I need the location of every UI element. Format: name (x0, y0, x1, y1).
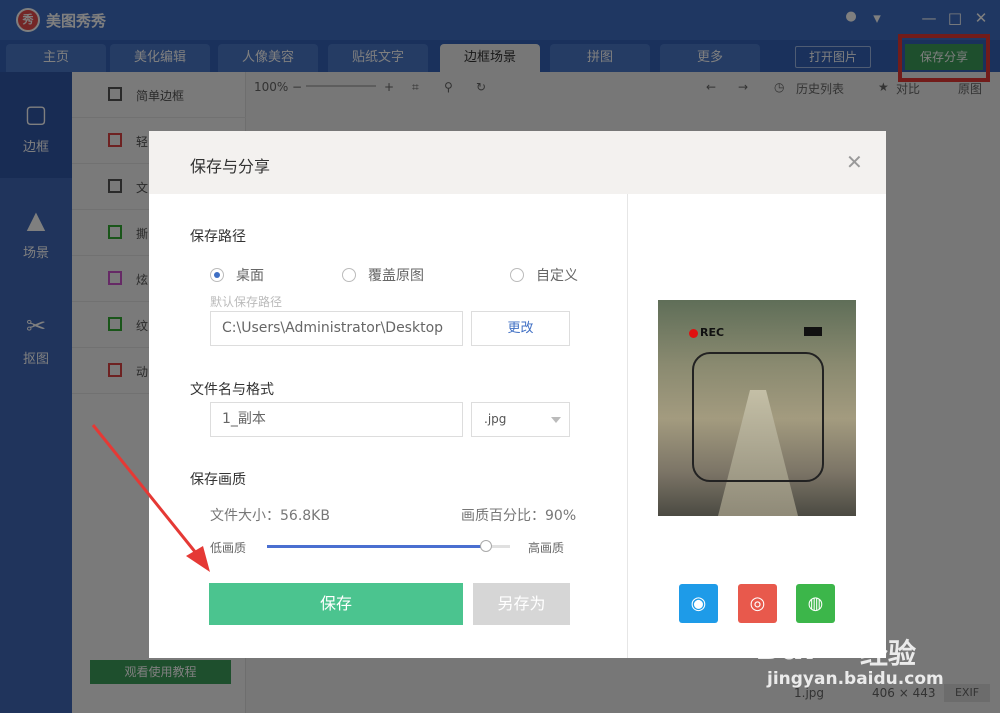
radio-desktop[interactable]: 桌面 (210, 265, 264, 285)
viewfinder-frame (692, 352, 824, 482)
filename-field[interactable]: 1_副本 (210, 402, 463, 437)
radio-overwrite[interactable]: 覆盖原图 (342, 265, 424, 285)
low-quality-label: 低画质 (210, 541, 247, 555)
wechat-share-icon[interactable]: ◍ (796, 584, 835, 623)
high-quality-label: 高画质 (528, 541, 565, 555)
watermark-url: jingyan.baidu.com (767, 669, 944, 689)
change-path-button[interactable]: 更改 (471, 311, 570, 346)
chevron-down-icon (551, 417, 561, 423)
quality-slider[interactable] (267, 540, 510, 552)
dialog-title: 保存与分享 (190, 157, 271, 176)
qq-share-icon[interactable]: ◉ (679, 584, 718, 623)
path-field[interactable]: C:\Users\Administrator\Desktop (210, 311, 463, 346)
dialog-header: 保存与分享 ✕ (149, 131, 886, 194)
weibo-share-icon[interactable]: ◎ (738, 584, 777, 623)
radio-checked-icon (210, 268, 224, 282)
path-hint: 默认保存路径 (210, 295, 283, 309)
save-as-button[interactable]: 另存为 (473, 583, 570, 625)
save-button[interactable]: 保存 (209, 583, 463, 625)
radio-custom[interactable]: 自定义 (510, 265, 578, 285)
file-size: 文件大小：56.8KB (210, 508, 330, 524)
radio-unchecked-icon (510, 268, 524, 282)
save-share-dialog: 保存与分享 ✕ 保存路径 桌面 覆盖原图 自定义 默认保存路径 C:\Users… (149, 131, 886, 658)
watermark-brand: Bai (755, 628, 816, 668)
preview-image: REC (658, 300, 856, 516)
record-dot-icon (689, 329, 698, 338)
format-select[interactable]: .jpg (471, 402, 570, 437)
battery-icon (804, 327, 822, 336)
close-icon[interactable]: ✕ (846, 150, 863, 174)
watermark-brand-2: 经验 (860, 637, 917, 670)
quality-slider-handle[interactable] (479, 540, 492, 552)
quality-slider-fill (267, 545, 486, 548)
radio-unchecked-icon (342, 268, 356, 282)
paw-icon: ❀ (835, 626, 851, 647)
quality-heading: 保存画质 (190, 472, 246, 488)
quality-percent: 画质百分比：90% (461, 508, 577, 524)
rec-label: REC (700, 326, 725, 339)
save-path-heading: 保存路径 (190, 229, 246, 245)
filename-heading: 文件名与格式 (190, 382, 274, 398)
dialog-divider (627, 194, 628, 658)
